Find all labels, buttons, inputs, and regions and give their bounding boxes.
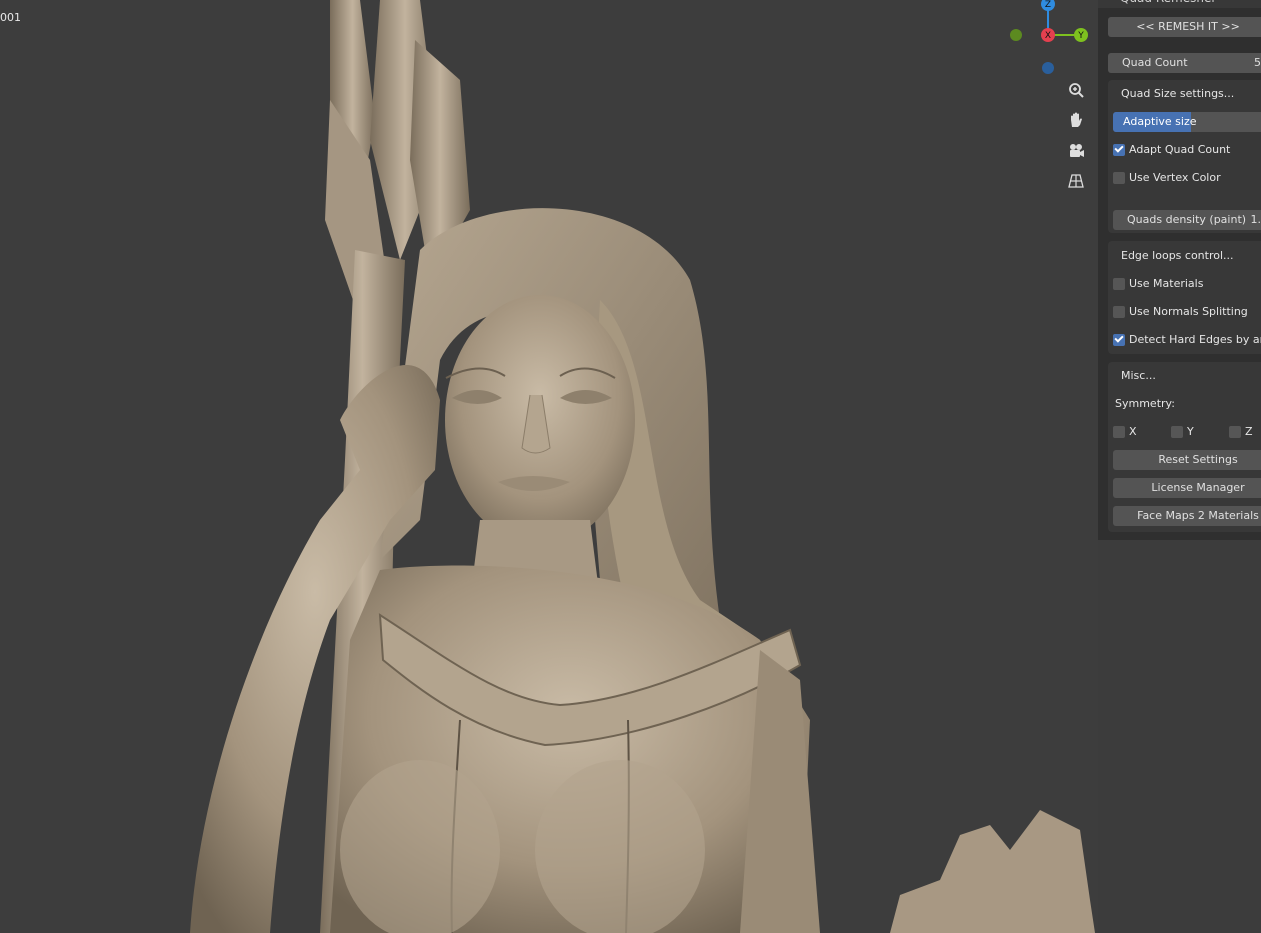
use-materials-label: Use Materials <box>1129 277 1204 290</box>
reset-settings-button[interactable]: Reset Settings <box>1113 450 1261 470</box>
quad-count-field[interactable]: Quad Count 50 <box>1108 53 1261 73</box>
symmetry-y-label: Y <box>1187 425 1194 438</box>
edge-loops-title[interactable]: Edge loops control... <box>1121 249 1234 262</box>
symmetry-z-label: Z <box>1245 425 1253 438</box>
svg-text:X: X <box>1045 31 1051 41</box>
grid-perspective-icon[interactable] <box>1063 168 1089 194</box>
quads-density-label: Quads density (paint) <box>1127 213 1247 226</box>
adapt-quad-count-label: Adapt Quad Count <box>1129 143 1231 156</box>
quad-size-title[interactable]: Quad Size settings... <box>1121 87 1234 100</box>
use-vertex-color-row[interactable]: Use Vertex Color <box>1113 171 1221 184</box>
use-vertex-color-checkbox[interactable] <box>1113 171 1125 184</box>
misc-title[interactable]: Misc... <box>1121 369 1156 382</box>
adaptive-size-slider[interactable]: Adaptive size 5 <box>1113 112 1261 132</box>
remesh-it-button[interactable]: << REMESH IT >> <box>1108 17 1261 37</box>
svg-text:Z: Z <box>1045 0 1051 10</box>
detect-hard-edges-checkbox[interactable] <box>1113 333 1125 346</box>
panel-title: Quad Remesher <box>1098 0 1261 8</box>
quad-count-value: 50 <box>1254 56 1261 69</box>
quad-count-label: Quad Count <box>1122 56 1188 69</box>
gizmo-x-axis[interactable]: X <box>1041 28 1055 42</box>
use-materials-checkbox[interactable] <box>1113 277 1125 290</box>
use-vertex-color-label: Use Vertex Color <box>1129 171 1221 184</box>
gizmo-y-axis[interactable]: Y <box>1074 28 1088 42</box>
license-manager-button[interactable]: License Manager <box>1113 478 1261 498</box>
symmetry-z-row[interactable]: Z <box>1229 425 1253 438</box>
detect-hard-edges-row[interactable]: Detect Hard Edges by angle <box>1113 333 1261 346</box>
3d-viewport[interactable]: 001 Z X Y <box>0 0 1098 933</box>
use-normals-splitting-checkbox[interactable] <box>1113 305 1125 318</box>
quads-density-field[interactable]: Quads density (paint) 1.0 <box>1113 210 1261 230</box>
adaptive-size-label: Adaptive size <box>1123 115 1197 128</box>
detect-hard-edges-label: Detect Hard Edges by angle <box>1129 333 1261 346</box>
adapt-quad-count-row[interactable]: Adapt Quad Count <box>1113 143 1230 156</box>
zoom-icon[interactable] <box>1063 77 1089 103</box>
symmetry-y-row[interactable]: Y <box>1171 425 1194 438</box>
symmetry-label: Symmetry: <box>1115 397 1175 410</box>
face-maps-2-materials-button[interactable]: Face Maps 2 Materials <box>1113 506 1261 526</box>
use-materials-row[interactable]: Use Materials <box>1113 277 1203 290</box>
symmetry-y-checkbox[interactable] <box>1171 425 1183 438</box>
gizmo-z-axis[interactable]: Z <box>1041 0 1055 11</box>
symmetry-x-row[interactable]: X <box>1113 425 1137 438</box>
use-normals-splitting-label: Use Normals Splitting <box>1129 305 1248 318</box>
svg-text:Y: Y <box>1077 31 1084 41</box>
symmetry-x-label: X <box>1129 425 1137 438</box>
adapt-quad-count-checkbox[interactable] <box>1113 143 1125 156</box>
symmetry-z-checkbox[interactable] <box>1229 425 1241 438</box>
quads-density-value: 1.0 <box>1250 213 1261 226</box>
camera-icon[interactable] <box>1063 138 1089 164</box>
use-normals-splitting-row[interactable]: Use Normals Splitting <box>1113 305 1248 318</box>
sculpt-model-render <box>190 0 1095 933</box>
navigation-gizmo[interactable]: Z X Y <box>1004 0 1098 80</box>
symmetry-x-checkbox[interactable] <box>1113 425 1125 438</box>
hand-pan-icon[interactable] <box>1063 107 1089 133</box>
